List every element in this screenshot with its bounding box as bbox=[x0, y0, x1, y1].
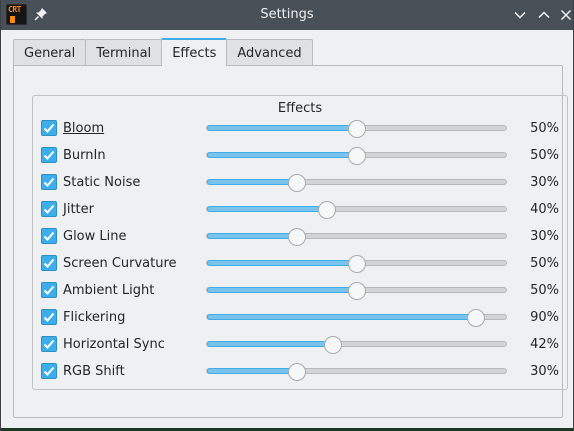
effect-label[interactable]: Flickering bbox=[63, 310, 125, 325]
effect-label[interactable]: Static Noise bbox=[63, 175, 140, 190]
slider-ambient-light[interactable] bbox=[206, 282, 507, 300]
effect-row-glow-line: Glow Line 30% bbox=[33, 226, 567, 248]
effect-label[interactable]: RGB Shift bbox=[63, 364, 125, 379]
checkbox-static-noise[interactable] bbox=[41, 174, 57, 190]
checkbox-ambient-light[interactable] bbox=[41, 282, 57, 298]
checkbox-glow-line[interactable] bbox=[41, 228, 57, 244]
effect-value: 30% bbox=[530, 229, 559, 244]
slider-fill bbox=[207, 341, 333, 347]
checkmark-icon bbox=[43, 258, 55, 268]
settings-window: CRT Settings General Terminal Effects Ad… bbox=[0, 0, 574, 431]
checkmark-icon bbox=[43, 366, 55, 376]
effect-row-bloom: Bloom 50% bbox=[33, 118, 567, 140]
effect-row-static-noise: Static Noise 30% bbox=[33, 172, 567, 194]
slider-bloom[interactable] bbox=[206, 120, 507, 138]
checkmark-icon bbox=[43, 150, 55, 160]
effect-row-screen-curvature: Screen Curvature 50% bbox=[33, 253, 567, 275]
slider-screen-curvature[interactable] bbox=[206, 255, 507, 273]
slider-handle[interactable] bbox=[287, 174, 306, 192]
effect-label[interactable]: Horizontal Sync bbox=[63, 337, 165, 352]
slider-burnin[interactable] bbox=[206, 147, 507, 165]
effect-value: 30% bbox=[530, 175, 559, 190]
effect-row-jitter: Jitter 40% bbox=[33, 199, 567, 221]
slider-horizontal-sync[interactable] bbox=[206, 336, 507, 354]
tab-effects[interactable]: Effects bbox=[161, 38, 228, 66]
tab-general[interactable]: General bbox=[13, 39, 87, 66]
slider-handle[interactable] bbox=[467, 309, 486, 327]
effects-tab-panel: Effects Bloom 50% BurnIn 50% Static Noise 30%… bbox=[13, 65, 568, 418]
checkmark-icon bbox=[43, 312, 55, 322]
effect-label[interactable]: Screen Curvature bbox=[63, 256, 177, 271]
slider-handle[interactable] bbox=[287, 363, 306, 381]
checkbox-burnin[interactable] bbox=[41, 147, 57, 163]
window-title: Settings bbox=[260, 7, 314, 22]
slider-handle[interactable] bbox=[287, 228, 306, 246]
slider-handle[interactable] bbox=[347, 255, 366, 273]
slider-handle[interactable] bbox=[317, 201, 336, 219]
checkmark-icon bbox=[43, 123, 55, 133]
effect-value: 90% bbox=[530, 310, 559, 325]
checkmark-icon bbox=[43, 285, 55, 295]
effect-label[interactable]: Bloom bbox=[63, 121, 104, 136]
checkmark-icon bbox=[43, 204, 55, 214]
effect-label[interactable]: Glow Line bbox=[63, 229, 127, 244]
effect-label[interactable]: Ambient Light bbox=[63, 283, 154, 298]
tab-terminal[interactable]: Terminal bbox=[85, 39, 163, 66]
effect-value: 50% bbox=[530, 121, 559, 136]
slider-fill bbox=[207, 260, 357, 266]
slider-fill bbox=[207, 314, 477, 320]
slider-static-noise[interactable] bbox=[206, 174, 507, 192]
checkbox-screen-curvature[interactable] bbox=[41, 255, 57, 271]
slider-handle[interactable] bbox=[347, 147, 366, 165]
slider-jitter[interactable] bbox=[206, 201, 507, 219]
slider-fill bbox=[207, 152, 357, 158]
checkbox-jitter[interactable] bbox=[41, 201, 57, 217]
tab-label: General bbox=[24, 45, 76, 61]
effect-value: 50% bbox=[530, 148, 559, 163]
effect-value: 30% bbox=[530, 364, 559, 379]
slider-fill bbox=[207, 125, 357, 131]
checkbox-horizontal-sync[interactable] bbox=[41, 336, 57, 352]
tab-label: Advanced bbox=[237, 45, 302, 61]
effect-label[interactable]: Jitter bbox=[63, 202, 94, 217]
tab-advanced[interactable]: Advanced bbox=[226, 39, 313, 66]
tab-bar: General Terminal Effects Advanced bbox=[13, 38, 313, 66]
effect-row-flickering: Flickering 90% bbox=[33, 307, 567, 329]
checkmark-icon bbox=[43, 339, 55, 349]
slider-fill bbox=[207, 206, 327, 212]
effect-row-rgb-shift: RGB Shift 30% bbox=[33, 361, 567, 383]
effect-value: 50% bbox=[530, 283, 559, 298]
slider-glow-line[interactable] bbox=[206, 228, 507, 246]
titlebar[interactable]: CRT Settings bbox=[1, 0, 573, 30]
checkmark-icon bbox=[43, 231, 55, 241]
slider-fill bbox=[207, 233, 297, 239]
effect-row-burnin: BurnIn 50% bbox=[33, 145, 567, 167]
slider-flickering[interactable] bbox=[206, 309, 507, 327]
close-icon[interactable] bbox=[558, 7, 574, 23]
effects-groupbox: Effects Bloom 50% BurnIn 50% Static Noise 30%… bbox=[32, 95, 568, 390]
checkmark-icon bbox=[43, 177, 55, 187]
effect-value: 40% bbox=[530, 202, 559, 217]
slider-rgb-shift[interactable] bbox=[206, 363, 507, 381]
slider-handle[interactable] bbox=[323, 336, 342, 354]
checkbox-flickering[interactable] bbox=[41, 309, 57, 325]
effect-label[interactable]: BurnIn bbox=[63, 148, 106, 163]
slider-fill bbox=[207, 179, 297, 185]
slider-handle[interactable] bbox=[347, 282, 366, 300]
effect-row-ambient-light: Ambient Light 50% bbox=[33, 280, 567, 302]
slider-handle[interactable] bbox=[347, 120, 366, 138]
effect-value: 50% bbox=[530, 256, 559, 271]
checkbox-rgb-shift[interactable] bbox=[41, 363, 57, 379]
maximize-icon[interactable] bbox=[536, 7, 552, 23]
groupbox-title: Effects bbox=[277, 101, 323, 116]
checkbox-bloom[interactable] bbox=[41, 120, 57, 136]
minimize-icon[interactable] bbox=[512, 7, 528, 23]
slider-fill bbox=[207, 368, 297, 374]
tab-label: Terminal bbox=[96, 45, 152, 61]
slider-fill bbox=[207, 287, 357, 293]
effect-row-horizontal-sync: Horizontal Sync 42% bbox=[33, 334, 567, 356]
effect-value: 42% bbox=[530, 337, 559, 352]
tab-label: Effects bbox=[172, 45, 217, 61]
